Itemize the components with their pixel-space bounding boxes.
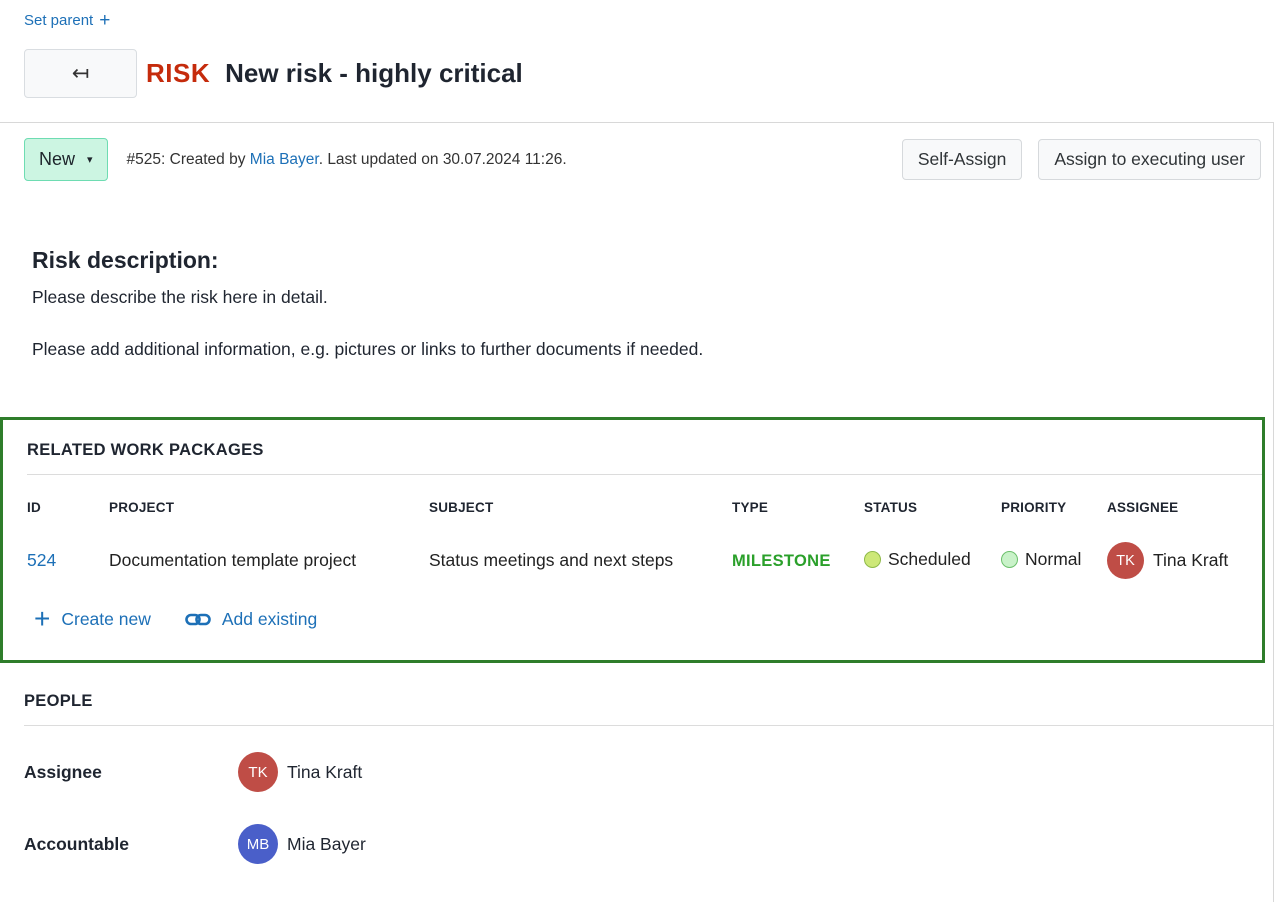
- avatar: TK: [238, 752, 278, 792]
- meta-prefix: #525: Created by: [127, 151, 250, 168]
- link-icon: [185, 613, 211, 626]
- column-header-status: STATUS: [864, 500, 1001, 515]
- add-existing-link[interactable]: Add existing: [185, 609, 317, 630]
- status-dropdown-button[interactable]: New ▾: [24, 138, 108, 181]
- avatar: MB: [238, 824, 278, 864]
- cell-assignee[interactable]: TK Tina Kraft: [1107, 542, 1228, 579]
- people-section: PEOPLE Assignee TK Tina Kraft Accountabl…: [0, 692, 1273, 864]
- section-divider: [24, 725, 1273, 726]
- set-parent-link[interactable]: Set parent +: [24, 11, 110, 30]
- work-package-detail-page: Set parent + ↤ RISK New risk - highly cr…: [0, 0, 1274, 906]
- meta-timestamp: 30.07.2024 11:26.: [443, 151, 567, 168]
- section-divider: [27, 474, 1262, 475]
- description-paragraph: Please describe the risk here in detail.: [32, 287, 1241, 308]
- related-work-packages-section: RELATED WORK PACKAGES ID PROJECT SUBJECT…: [0, 417, 1265, 663]
- column-header-priority: PRIORITY: [1001, 500, 1107, 515]
- column-header-assignee: ASSIGNEE: [1107, 500, 1238, 515]
- plus-icon: +: [34, 608, 50, 630]
- status-dot-icon: [864, 551, 881, 568]
- cell-type-milestone: MILESTONE: [732, 552, 831, 570]
- table-header-row: ID PROJECT SUBJECT TYPE STATUS PRIORITY …: [27, 500, 1238, 515]
- description-paragraph: Please add additional information, e.g. …: [32, 339, 1241, 360]
- author-link[interactable]: Mia Bayer: [250, 151, 319, 168]
- status-label: New: [39, 149, 75, 170]
- column-header-project: PROJECT: [109, 500, 429, 515]
- avatar: TK: [1107, 542, 1144, 579]
- self-assign-button[interactable]: Self-Assign: [902, 139, 1023, 180]
- assignee-name: Tina Kraft: [287, 762, 362, 783]
- content-panel: New ▾ #525: Created by Mia Bayer. Last u…: [0, 123, 1274, 902]
- related-actions: + Create new Add existing: [34, 608, 1262, 630]
- plus-icon: +: [99, 11, 110, 30]
- title-row: ↤ RISK New risk - highly critical: [24, 49, 1274, 98]
- cell-subject: Status meetings and next steps: [429, 550, 732, 571]
- page-title: New risk - highly critical: [225, 58, 523, 89]
- column-header-type: TYPE: [732, 500, 864, 515]
- cell-status: Scheduled: [864, 549, 971, 570]
- cell-priority: Normal: [1001, 549, 1081, 570]
- column-header-id: ID: [27, 500, 109, 515]
- create-new-label: Create new: [61, 609, 151, 630]
- back-button[interactable]: ↤: [24, 49, 137, 98]
- priority-dot-icon: [1001, 551, 1018, 568]
- risk-description-heading: Risk description:: [32, 247, 1241, 274]
- assign-to-executing-user-button[interactable]: Assign to executing user: [1038, 139, 1261, 180]
- work-package-id-link[interactable]: 524: [27, 550, 56, 570]
- assignee-user[interactable]: TK Tina Kraft: [238, 752, 362, 792]
- assignee-row: Assignee TK Tina Kraft: [0, 752, 1273, 792]
- meta-text: #525: Created by Mia Bayer. Last updated…: [127, 151, 567, 169]
- related-work-packages-table: ID PROJECT SUBJECT TYPE STATUS PRIORITY …: [3, 500, 1262, 579]
- related-work-packages-heading: RELATED WORK PACKAGES: [3, 441, 1262, 460]
- accountable-row: Accountable MB Mia Bayer: [0, 824, 1273, 864]
- chevron-down-icon: ▾: [87, 153, 93, 166]
- risk-description-section: Risk description: Please describe the ri…: [0, 247, 1273, 360]
- create-new-link[interactable]: + Create new: [34, 608, 151, 630]
- assignee-name: Tina Kraft: [1153, 550, 1228, 571]
- meta-middle: . Last updated on: [319, 151, 443, 168]
- add-existing-label: Add existing: [222, 609, 317, 630]
- status-value: Scheduled: [888, 549, 971, 570]
- priority-value: Normal: [1025, 549, 1081, 570]
- back-arrow-icon: ↤: [72, 61, 90, 85]
- people-heading: PEOPLE: [0, 692, 1273, 711]
- accountable-user[interactable]: MB Mia Bayer: [238, 824, 366, 864]
- table-row[interactable]: 524 Documentation template project Statu…: [27, 542, 1238, 579]
- accountable-name: Mia Bayer: [287, 834, 366, 855]
- column-header-subject: SUBJECT: [429, 500, 732, 515]
- accountable-label: Accountable: [24, 834, 238, 855]
- cell-project: Documentation template project: [109, 550, 429, 571]
- assignee-label: Assignee: [24, 762, 238, 783]
- status-bar: New ▾ #525: Created by Mia Bayer. Last u…: [0, 123, 1273, 181]
- work-package-type-label: RISK: [146, 58, 210, 89]
- set-parent-label: Set parent: [24, 12, 93, 29]
